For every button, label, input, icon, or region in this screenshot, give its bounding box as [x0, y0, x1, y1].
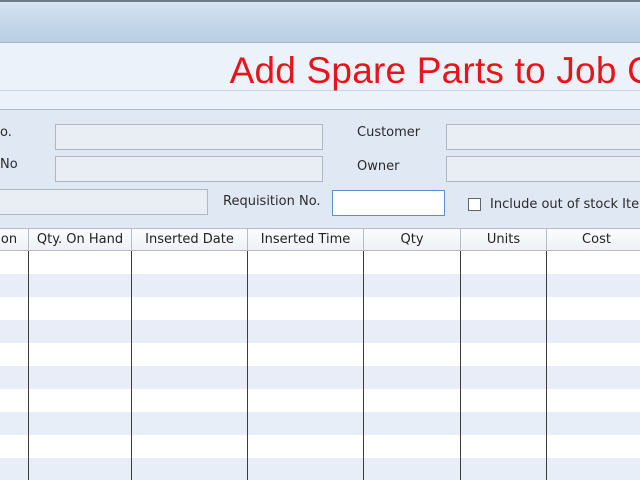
include-out-of-stock-label: Include out of stock Iten — [490, 197, 640, 212]
column-divider — [546, 251, 547, 480]
column-divider — [28, 251, 29, 480]
toolbar-strip — [0, 91, 640, 110]
column-header-qty-on-hand[interactable]: Qty. On Hand — [29, 229, 132, 251]
owner-label: Owner — [357, 159, 400, 174]
description-field — [0, 189, 208, 215]
table-row[interactable] — [0, 366, 640, 389]
table-row[interactable] — [0, 458, 640, 480]
column-divider — [460, 251, 461, 480]
column-header-description[interactable]: on — [0, 229, 29, 251]
job-no-label: o. — [0, 125, 12, 140]
column-header-units[interactable]: Units — [461, 229, 547, 251]
table-row[interactable] — [0, 320, 640, 343]
page-title: Add Spare Parts to Job C — [229, 50, 640, 91]
spare-parts-grid[interactable]: on Qty. On Hand Inserted Date Inserted T… — [0, 228, 640, 480]
table-row[interactable] — [0, 389, 640, 412]
column-header-inserted-time[interactable]: Inserted Time — [248, 229, 364, 251]
table-row[interactable] — [0, 251, 640, 274]
table-row[interactable] — [0, 412, 640, 435]
vehicle-no-label: No — [0, 157, 18, 172]
owner-field — [446, 156, 640, 182]
window-title-bar — [0, 2, 640, 43]
vehicle-no-field — [55, 156, 323, 182]
column-header-qty[interactable]: Qty — [364, 229, 461, 251]
table-row[interactable] — [0, 435, 640, 458]
job-no-field — [55, 124, 323, 150]
column-divider — [247, 251, 248, 480]
column-divider — [363, 251, 364, 480]
grid-header: on Qty. On Hand Inserted Date Inserted T… — [0, 228, 640, 251]
customer-field — [446, 124, 640, 150]
column-header-inserted-date[interactable]: Inserted Date — [132, 229, 248, 251]
customer-label: Customer — [357, 125, 421, 140]
job-details-form: o. No Customer Owner Requisition No. Inc… — [0, 110, 640, 228]
column-header-cost[interactable]: Cost — [547, 229, 640, 251]
include-out-of-stock-checkbox[interactable] — [468, 198, 481, 211]
table-row[interactable] — [0, 343, 640, 366]
requisition-no-input[interactable] — [332, 190, 445, 216]
column-divider — [131, 251, 132, 480]
table-row[interactable] — [0, 297, 640, 320]
requisition-no-label: Requisition No. — [223, 194, 321, 209]
table-row[interactable] — [0, 274, 640, 297]
